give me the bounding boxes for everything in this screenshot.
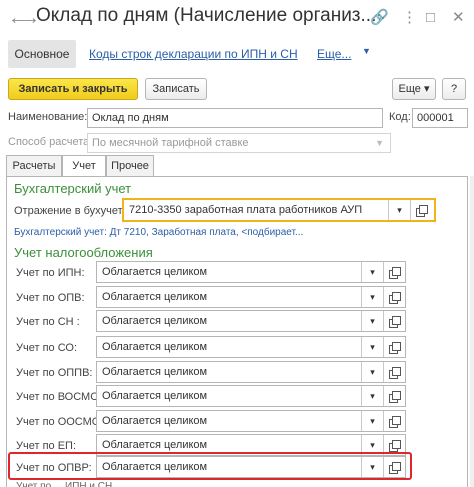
title-bar: ← → Оклад по дням (Начисление организ...… <box>0 0 474 38</box>
chevron-down-icon[interactable]: ▾ <box>361 362 383 382</box>
tax-row-label: Учет по ОПВР: <box>16 462 92 474</box>
tax-row-label: Учет по ЕП: <box>16 440 76 452</box>
tax-row-select[interactable]: Облагается целиком ▾ <box>96 336 406 358</box>
tax-row-label: Учет по СН : <box>16 316 80 328</box>
save-and-close-button[interactable]: Записать и закрыть <box>8 78 138 100</box>
accounting-hint-link[interactable]: Бухгалтерский учет: Дт 7210, Заработная … <box>14 227 303 238</box>
chevron-down-icon[interactable]: ▾ <box>388 200 410 220</box>
open-icon[interactable] <box>383 386 405 406</box>
more-actions-button[interactable]: Еще ▾ <box>392 78 436 100</box>
tax-row-value: Облагается целиком <box>102 341 208 353</box>
scrollbar[interactable] <box>470 176 474 487</box>
calc-method-value: По месячной тарифной ставке <box>92 137 249 149</box>
open-icon[interactable] <box>410 200 432 220</box>
calc-method-select: По месячной тарифной ставке ▼ <box>87 133 391 153</box>
tax-row-select[interactable]: Облагается целиком ▾ <box>96 385 406 407</box>
chevron-down-icon[interactable]: ▾ <box>361 457 383 477</box>
reflection-value: 7210-3350 заработная плата работников АУ… <box>129 204 363 216</box>
help-button[interactable]: ? <box>442 78 466 100</box>
tax-row-label: Учет по ВОСМС: <box>16 391 102 403</box>
chevron-down-icon[interactable]: ▾ <box>361 287 383 307</box>
chevron-down-icon[interactable]: ▾ <box>361 311 383 331</box>
tax-row-label: Учет по ИПН: <box>16 267 85 279</box>
open-icon[interactable] <box>383 337 405 357</box>
chevron-down-icon: ▼ <box>375 138 384 148</box>
name-input[interactable]: Оклад по дням <box>87 108 383 128</box>
tax-row-value: Облагается целиком <box>102 390 208 402</box>
save-button[interactable]: Записать <box>145 78 207 100</box>
tab-accounting[interactable]: Учет <box>62 155 106 178</box>
tax-row-select[interactable]: Облагается целиком ▾ <box>96 361 406 383</box>
tax-row-select[interactable]: Облагается целиком ▾ <box>96 410 406 432</box>
reflection-label: Отражение в бухучете: <box>14 205 132 217</box>
reflection-select[interactable]: 7210-3350 заработная плата работников АУ… <box>122 198 436 222</box>
tax-row-select[interactable]: Облагается целиком ▾ <box>96 261 406 283</box>
tax-row-value: Облагается целиком <box>102 415 208 427</box>
link-icon[interactable]: 🔗 <box>370 8 389 28</box>
tab-calculations[interactable]: Расчеты <box>6 155 62 177</box>
tax-row-select[interactable]: Облагается целиком ▾ <box>96 286 406 308</box>
tax-row-label: Учет по ОППВ: <box>16 367 93 379</box>
accounting-group-title: Бухгалтерский учет <box>14 181 132 196</box>
tax-row-label: Учет по ООСМС: <box>16 416 103 428</box>
tax-row-label: Учет по СО: <box>16 342 78 354</box>
tax-row-select[interactable]: Облагается целиком ▾ <box>96 456 406 478</box>
tax-row-value: Облагается целиком <box>102 461 208 473</box>
tab-other[interactable]: Прочее <box>106 155 154 177</box>
tax-row-value: Облагается целиком <box>102 266 208 278</box>
tab-main[interactable]: Основное <box>8 40 76 68</box>
chevron-down-icon[interactable]: ▾ <box>361 262 383 282</box>
tax-group-title: Учет налогообложения <box>14 245 153 260</box>
tab-more[interactable]: Еще... <box>317 47 351 61</box>
open-icon[interactable] <box>383 287 405 307</box>
more-vertical-icon[interactable]: ⋮ <box>402 8 417 28</box>
section-tabs: Основное Коды строк декларации по ИПН и … <box>0 38 474 70</box>
chevron-down-icon[interactable]: ▾ <box>361 386 383 406</box>
open-icon[interactable] <box>383 362 405 382</box>
tax-row-value: Облагается целиком <box>102 366 208 378</box>
close-icon[interactable]: ✕ <box>452 8 465 28</box>
chevron-down-icon: ▾ <box>423 83 430 95</box>
command-bar: Записать и закрыть Записать Еще ▾ ? <box>0 78 474 104</box>
more-actions-label: Еще <box>398 83 421 95</box>
open-icon[interactable] <box>383 411 405 431</box>
chevron-down-icon[interactable]: ▾ <box>361 337 383 357</box>
tax-row-label: Учет по ОПВ: <box>16 292 85 304</box>
name-label: Наименование: <box>8 111 88 123</box>
tax-row-select[interactable]: Облагается целиком ▾ <box>96 310 406 332</box>
window-title: Оклад по дням (Начисление организ... <box>36 5 377 26</box>
tab-declaration-codes[interactable]: Коды строк декларации по ИПН и СН <box>89 47 298 61</box>
open-icon[interactable] <box>383 311 405 331</box>
chevron-down-icon[interactable]: ▼ <box>362 46 371 56</box>
tax-row-value: Облагается целиком <box>102 315 208 327</box>
open-icon[interactable] <box>383 262 405 282</box>
maximize-icon[interactable]: □ <box>426 8 435 28</box>
cutoff-row-text: Учет по ... ИПН и СН <box>16 482 112 487</box>
code-input[interactable]: 000001 <box>412 108 468 128</box>
tax-row-value: Облагается целиком <box>102 291 208 303</box>
calc-method-label: Способ расчета: <box>8 136 93 148</box>
code-label: Код: <box>389 111 411 123</box>
chevron-down-icon[interactable]: ▾ <box>361 411 383 431</box>
open-icon[interactable] <box>383 457 405 477</box>
